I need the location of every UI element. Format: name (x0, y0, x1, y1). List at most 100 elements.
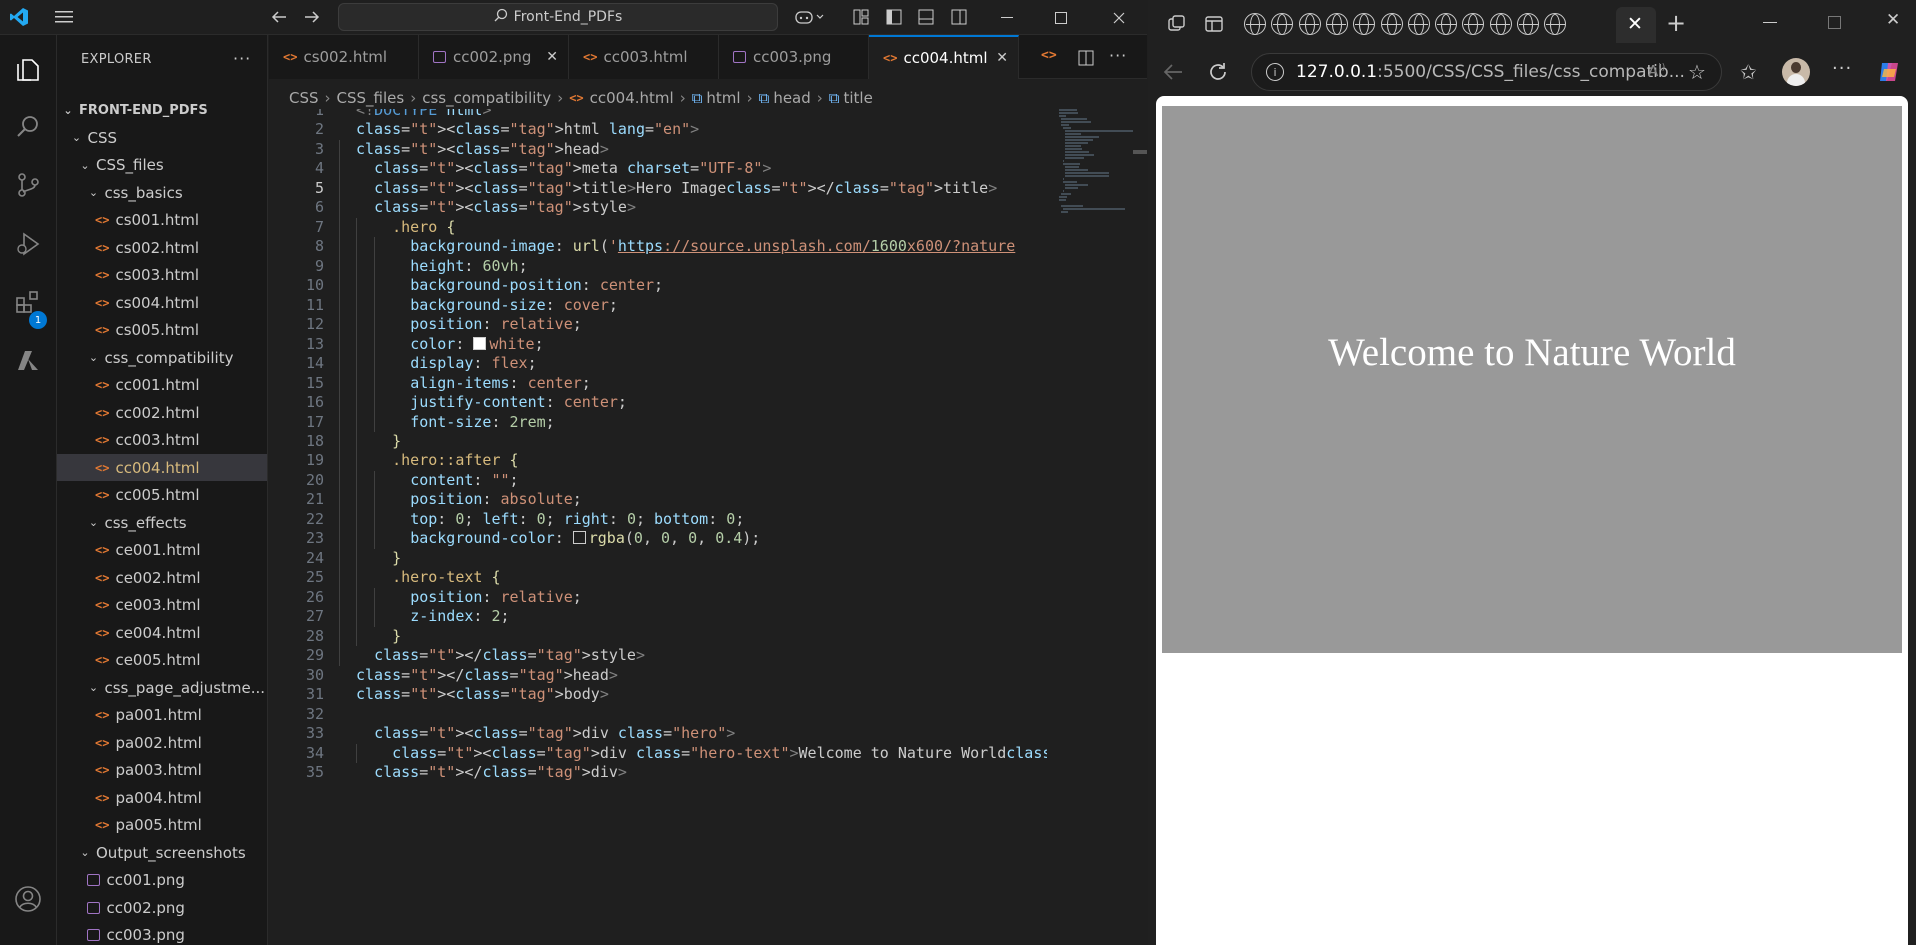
source-control-icon[interactable] (10, 167, 46, 203)
tree-folder[interactable]: ⌄ css_effects (57, 509, 267, 536)
globe-icon[interactable] (1271, 13, 1294, 35)
tree-file[interactable]: <> cs004.html (57, 289, 267, 316)
refresh-icon[interactable] (1207, 61, 1229, 87)
globe-icon[interactable] (1298, 13, 1321, 35)
accounts-icon[interactable] (10, 881, 46, 917)
tab-cs002-html[interactable]: <> cs002.html (269, 35, 419, 79)
search-icon[interactable] (10, 109, 46, 145)
close-tab-icon[interactable]: ✕ (1627, 13, 1643, 35)
profile-avatar[interactable] (1782, 58, 1810, 86)
globe-icon[interactable] (1489, 13, 1512, 35)
close-tab-icon[interactable]: ✕ (996, 50, 1008, 66)
globe-icon[interactable] (1244, 13, 1266, 35)
tree-file[interactable]: <> pa004.html (57, 784, 267, 811)
layout-icon[interactable] (850, 6, 872, 28)
tree-folder[interactable]: ⌄ Output_screenshots (57, 839, 267, 866)
tree-file[interactable]: <> cc005.html (57, 482, 267, 509)
toggle-secondary-sidebar-icon[interactable] (948, 6, 970, 28)
new-tab-icon[interactable]: + (1666, 9, 1686, 37)
globe-icon[interactable] (1380, 13, 1403, 35)
favorites-icon[interactable]: ✩ (1740, 60, 1757, 84)
tree-file[interactable]: cc003.png (57, 922, 267, 945)
toggle-sidebar-icon[interactable] (883, 6, 905, 28)
globe-icon[interactable] (1517, 13, 1539, 35)
tree-folder[interactable]: ⌄ CSS (57, 124, 267, 151)
run-debug-icon[interactable] (10, 226, 46, 262)
tab-actions-icon[interactable] (1203, 13, 1225, 39)
read-aloud-icon[interactable]: A)) (1648, 62, 1665, 80)
more-actions-icon[interactable]: ··· (233, 49, 251, 68)
breadcrumb-item[interactable]: head (773, 89, 810, 107)
tree-file[interactable]: <> pa002.html (57, 729, 267, 756)
editor-more-icon[interactable]: ··· (1109, 46, 1127, 65)
globe-icon[interactable] (1325, 13, 1348, 35)
tree-file[interactable]: <> ce001.html (57, 537, 267, 564)
close-icon[interactable] (1096, 0, 1142, 35)
back-icon[interactable] (1162, 61, 1184, 87)
split-editor-icon[interactable] (1078, 50, 1094, 70)
toggle-panel-icon[interactable] (915, 6, 937, 28)
tree-file[interactable]: <> cc004.html (57, 454, 267, 481)
tree-item-label: cs002.html (115, 238, 200, 257)
editor-tabs: <> cs002.html cc002.png ✕ <> cc003.html cc003.… (269, 35, 1147, 79)
tree-folder[interactable]: ⌄ CSS_files (57, 152, 267, 179)
breadcrumb-item[interactable]: title (843, 89, 872, 107)
breadcrumb-item[interactable]: cc004.html (590, 89, 674, 107)
globe-icon[interactable] (1462, 13, 1485, 35)
breadcrumb-item[interactable]: css_compatibility (422, 89, 551, 107)
tree-file[interactable]: <> ce005.html (57, 647, 267, 674)
info-icon[interactable]: i (1266, 63, 1284, 81)
browser-maximize-icon[interactable] (1828, 16, 1841, 29)
globe-icon[interactable] (1435, 13, 1458, 35)
breadcrumb-item[interactable]: CSS_files (337, 89, 405, 107)
tab-cc003-html[interactable]: <> cc003.html (569, 35, 719, 79)
tab-overflow-icon[interactable]: <> (1041, 48, 1057, 63)
tab-cc004-html[interactable]: <> cc004.html ✕ (869, 35, 1019, 79)
close-tab-icon[interactable]: ✕ (546, 49, 558, 65)
tree-file[interactable]: <> cc003.html (57, 427, 267, 454)
tree-folder[interactable]: ⌄ css_compatibility (57, 344, 267, 371)
globe-icon[interactable] (1544, 13, 1567, 35)
tab-cc003-png[interactable]: cc003.png (719, 35, 869, 79)
tree-folder[interactable]: ⌄ css_page_adjustme... (57, 674, 267, 701)
tree-file[interactable]: <> cc002.html (57, 399, 267, 426)
breadcrumb-item[interactable]: CSS (289, 89, 319, 107)
back-arrow-icon[interactable] (268, 6, 290, 28)
tree-file[interactable]: <> pa001.html (57, 702, 267, 729)
settings-more-icon[interactable]: ··· (1832, 58, 1852, 79)
browser-close-icon[interactable]: ✕ (1886, 10, 1900, 30)
tree-file[interactable]: <> pa005.html (57, 812, 267, 839)
tree-folder[interactable]: ⌄ css_basics (57, 179, 267, 206)
tree-file[interactable]: <> cs005.html (57, 317, 267, 344)
tree-file[interactable]: cc002.png (57, 894, 267, 921)
tree-file[interactable]: <> cs001.html (57, 207, 267, 234)
scrollbar-thumb[interactable] (1133, 150, 1147, 154)
workspace-root[interactable]: ⌄ FRONT-END_PDFS (57, 97, 267, 124)
command-center-search[interactable]: Front-End_PDFs (338, 3, 778, 31)
forward-arrow-icon[interactable] (301, 6, 323, 28)
favorite-star-icon[interactable]: ☆ (1688, 60, 1706, 84)
globe-icon[interactable] (1353, 13, 1376, 35)
code-editor[interactable]: 1 <!DOCTYPE html> 2 class="t"><class="tag">… (269, 109, 1047, 945)
tree-file[interactable]: <> cs002.html (57, 234, 267, 261)
workspaces-icon[interactable] (1166, 13, 1188, 39)
browser-minimize-icon[interactable] (1763, 22, 1777, 23)
tree-file[interactable]: <> ce002.html (57, 564, 267, 591)
tab-cc002-png[interactable]: cc002.png ✕ (419, 35, 569, 79)
azure-icon[interactable] (10, 343, 46, 379)
explorer-icon[interactable] (10, 51, 46, 87)
tree-file[interactable]: <> cc001.html (57, 372, 267, 399)
breadcrumb-item[interactable]: html (706, 89, 740, 107)
tree-file[interactable]: <> ce003.html (57, 592, 267, 619)
minimize-icon[interactable] (984, 0, 1030, 35)
tree-file[interactable]: cc001.png (57, 867, 267, 894)
copilot-icon[interactable] (793, 6, 827, 28)
tree-file[interactable]: <> cs003.html (57, 262, 267, 289)
maximize-icon[interactable] (1038, 0, 1084, 35)
minimap[interactable] (1055, 109, 1133, 229)
globe-icon[interactable] (1407, 13, 1430, 35)
menu-icon[interactable] (53, 6, 75, 28)
tree-file[interactable]: <> pa003.html (57, 757, 267, 784)
copilot-icon[interactable] (1876, 59, 1902, 89)
tree-file[interactable]: <> ce004.html (57, 619, 267, 646)
